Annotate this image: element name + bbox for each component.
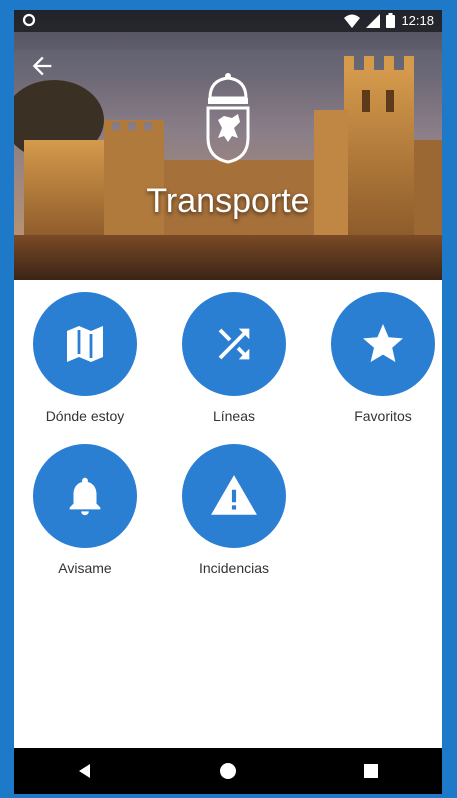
menu-item-avisame[interactable]: Avisame <box>15 444 155 576</box>
menu-circle <box>33 292 137 396</box>
status-icons: 12:18 <box>344 13 434 28</box>
menu-item-incidencias[interactable]: Incidencias <box>164 444 304 576</box>
shuffle-icon <box>218 328 250 360</box>
nav-home-button[interactable] <box>208 751 248 791</box>
nav-back-button[interactable] <box>65 751 105 791</box>
menu-circle <box>182 444 286 548</box>
coat-of-arms-logo <box>206 73 250 164</box>
app-screen: Transporte 12:18 Dónde estoy Líneas Favo… <box>14 10 442 794</box>
home-circle-icon <box>219 763 236 779</box>
signal-icon <box>366 13 381 28</box>
battery-icon <box>386 13 396 28</box>
page-title: Transporte <box>146 182 310 220</box>
menu-circle <box>331 292 435 396</box>
back-button[interactable] <box>28 52 56 80</box>
menu-item-label: Avisame <box>58 560 112 576</box>
system-nav-bar <box>14 748 442 794</box>
warning-icon <box>211 475 257 515</box>
menu-item-lineas[interactable]: Líneas <box>164 292 304 424</box>
header-banner: Transporte <box>14 10 442 280</box>
bell-icon <box>69 477 101 516</box>
back-triangle-icon <box>79 764 91 778</box>
recents-square-icon <box>363 764 378 778</box>
status-bar: 12:18 <box>14 10 442 32</box>
menu-circle <box>182 292 286 396</box>
menu-item-label: Líneas <box>212 408 256 424</box>
notification-icon <box>22 13 36 30</box>
arrow-left-icon <box>32 56 52 76</box>
menu-item-label: Incidencias <box>198 560 270 576</box>
menu-item-favoritos[interactable]: Favoritos <box>313 292 442 424</box>
menu-item-donde-estoy[interactable]: Dónde estoy <box>15 292 155 424</box>
nav-recents-button[interactable] <box>351 751 391 791</box>
menu-item-label: Dónde estoy <box>45 408 125 424</box>
wifi-icon <box>344 14 361 28</box>
menu-item-label: Favoritos <box>354 408 412 424</box>
map-icon <box>67 326 103 362</box>
menu-circle <box>33 444 137 548</box>
status-time: 12:18 <box>401 13 434 28</box>
star-icon <box>363 324 403 362</box>
